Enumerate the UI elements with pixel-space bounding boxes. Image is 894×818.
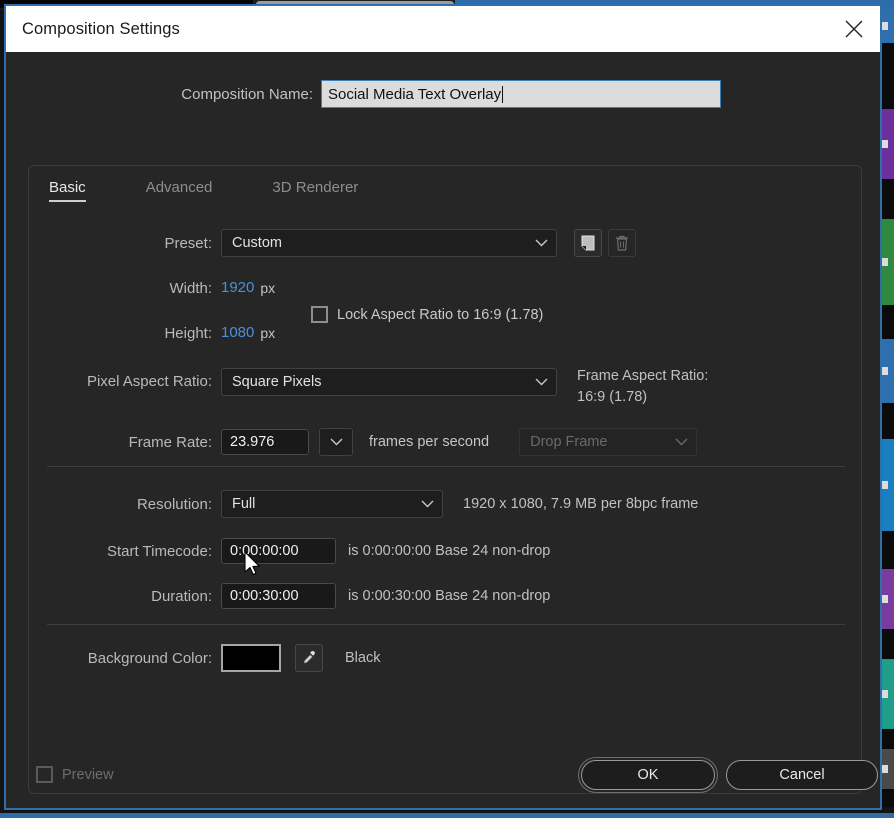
height-label: Height: (164, 324, 212, 342)
composition-name-input[interactable]: Social Media Text Overlay (321, 80, 721, 108)
settings-panel: Basic Advanced 3D Renderer Preset: Custo… (28, 165, 862, 794)
preview-checkbox[interactable] (36, 766, 53, 783)
lock-aspect-label: Lock Aspect Ratio to 16:9 (1.78) (337, 306, 544, 323)
frame-rate-input[interactable]: 23.976 (221, 429, 309, 455)
pixel-aspect-ratio-select[interactable]: Square Pixels (221, 368, 557, 396)
composition-name-value: Social Media Text Overlay (328, 85, 502, 103)
resolution-label: Resolution: (136, 495, 212, 513)
cancel-button-label: Cancel (779, 767, 825, 783)
start-timecode-value: 0:00:00:00 (230, 543, 299, 559)
chevron-down-icon (535, 239, 548, 247)
tab-basic[interactable]: Basic (49, 179, 106, 202)
background-color-label: Background Color: (87, 649, 212, 667)
ok-button[interactable]: OK (578, 757, 718, 793)
pixel-aspect-ratio-label: Pixel Aspect Ratio: (86, 373, 212, 390)
composition-settings-dialog: Composition Settings Composition Name: S… (4, 4, 882, 810)
settings-tabs: Basic Advanced 3D Renderer (49, 179, 378, 202)
width-label: Width: (169, 279, 212, 297)
divider (47, 624, 845, 625)
width-unit: px (260, 280, 276, 296)
preset-label: Preset: (164, 234, 212, 252)
resolution-value: Full (232, 496, 256, 512)
chevron-down-icon (535, 378, 548, 386)
divider (47, 466, 845, 467)
duration-value: 0:00:30:00 (230, 588, 299, 604)
tab-3d-renderer[interactable]: 3D Renderer (272, 179, 378, 196)
frame-rate-dropdown[interactable] (319, 428, 353, 456)
lock-aspect-row[interactable]: Lock Aspect Ratio to 16:9 (1.78) (311, 306, 543, 323)
preview-label: Preview (62, 766, 114, 783)
height-unit: px (260, 325, 276, 341)
eyedropper-icon[interactable] (295, 644, 323, 672)
preset-value: Custom (232, 235, 282, 251)
duration-row: Duration: 0:00:30:00 is 0:00:30:00 Base … (29, 583, 550, 609)
save-preset-icon[interactable] (574, 229, 602, 257)
duration-info: is 0:00:30:00 Base 24 non-drop (348, 588, 551, 604)
frame-aspect-ratio-value: 16:9 (1.78) (577, 389, 648, 406)
dialog-titlebar: Composition Settings (6, 6, 880, 52)
background-bottom-accent (0, 813, 894, 818)
lock-aspect-checkbox[interactable] (311, 306, 328, 323)
dialog-body: Composition Name: Social Media Text Over… (6, 52, 880, 808)
tab-basic-label: Basic (49, 179, 86, 196)
preset-select[interactable]: Custom (221, 229, 557, 257)
tab-3d-renderer-label: 3D Renderer (272, 179, 359, 196)
duration-input[interactable]: 0:00:30:00 (221, 583, 336, 609)
chevron-down-icon (330, 438, 342, 446)
pixel-aspect-ratio-value: Square Pixels (232, 374, 322, 390)
trash-icon[interactable] (608, 229, 636, 257)
close-icon[interactable] (828, 6, 880, 52)
cancel-button[interactable]: Cancel (726, 760, 878, 790)
chevron-down-icon (675, 438, 688, 446)
background-color-swatch[interactable] (221, 644, 281, 672)
start-timecode-info: is 0:00:00:00 Base 24 non-drop (348, 543, 551, 559)
chevron-down-icon (421, 500, 434, 508)
drop-frame-value: Drop Frame (530, 434, 608, 450)
dialog-footer: Preview OK Cancel (6, 748, 880, 808)
pixel-aspect-ratio-row: Pixel Aspect Ratio: Square Pixels Frame … (29, 368, 708, 408)
ok-button-label: OK (637, 767, 659, 783)
frame-rate-unit: frames per second (369, 434, 490, 450)
start-timecode-label: Start Timecode: (106, 542, 212, 560)
composition-name-row: Composition Name: Social Media Text Over… (6, 80, 880, 108)
resolution-row: Resolution: Full 1920 x 1080, 7.9 MB per… (29, 490, 698, 518)
dialog-title: Composition Settings (22, 19, 180, 38)
preview-row[interactable]: Preview (36, 766, 114, 783)
tab-advanced[interactable]: Advanced (146, 179, 233, 196)
frame-aspect-ratio-block: Frame Aspect Ratio: 16:9 (1.78) (577, 366, 708, 408)
frame-rate-label: Frame Rate: (128, 433, 212, 451)
background-color-name: Black (345, 650, 381, 666)
resolution-select[interactable]: Full (221, 490, 443, 518)
background-color-row: Background Color: Black (29, 644, 380, 672)
drop-frame-select[interactable]: Drop Frame (519, 428, 698, 456)
frame-rate-row: Frame Rate: 23.976 frames per second Dro… (29, 428, 698, 456)
screen: Composition Settings Composition Name: S… (0, 0, 894, 818)
width-row: Width: 1920 px (29, 279, 275, 297)
preset-row: Preset: Custom (29, 229, 636, 257)
frame-aspect-ratio-label: Frame Aspect Ratio: (577, 368, 709, 384)
text-caret (502, 85, 504, 103)
resolution-info: 1920 x 1080, 7.9 MB per 8bpc frame (463, 496, 699, 512)
tab-advanced-label: Advanced (145, 179, 213, 196)
width-value[interactable]: 1920 (221, 279, 254, 297)
composition-name-label: Composition Name: (181, 85, 313, 103)
height-row: Height: 1080 px (29, 324, 275, 342)
height-value[interactable]: 1080 (221, 324, 254, 342)
start-timecode-input[interactable]: 0:00:00:00 (221, 538, 336, 564)
frame-rate-value: 23.976 (230, 434, 275, 450)
start-timecode-row: Start Timecode: 0:00:00:00 is 0:00:00:00… (29, 538, 550, 564)
duration-label: Duration: (151, 587, 212, 605)
